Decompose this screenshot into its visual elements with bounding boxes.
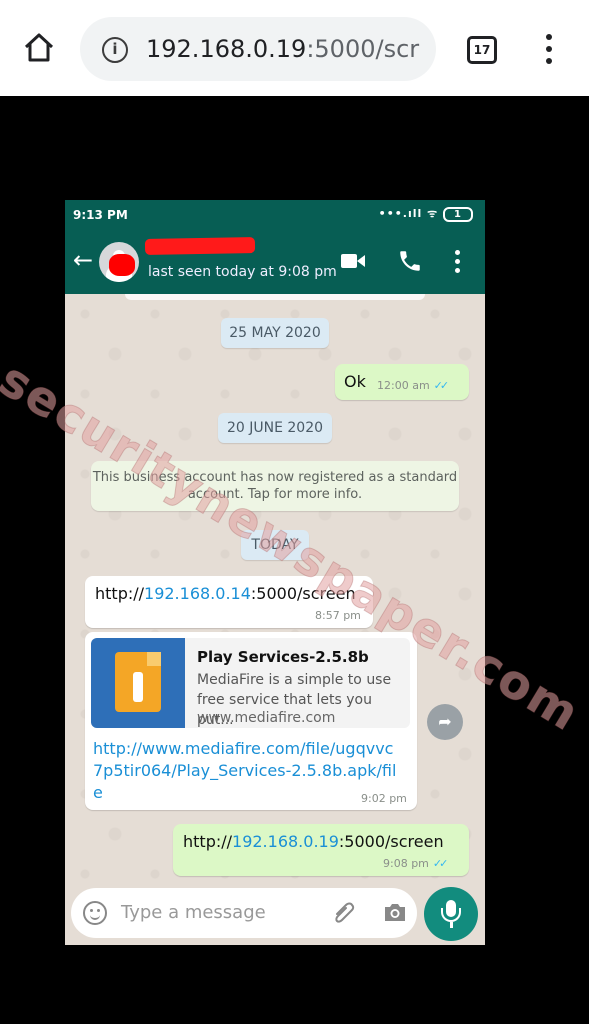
redaction-mark [109, 254, 135, 276]
link-preview-card[interactable]: Play Services-2.5.8b MediaFire is a simp… [91, 638, 410, 728]
message-time: 9:08 pm ✓✓ [383, 857, 449, 870]
url-text[interactable]: 192.168.0.19:5000/scr [146, 35, 432, 63]
home-icon[interactable] [22, 31, 56, 65]
download-link[interactable]: http://www.mediafire.com/file/ugqvvc7p5t… [93, 738, 403, 804]
zip-file-icon [115, 652, 161, 712]
browser-toolbar: i 192.168.0.19:5000/scr 17 [0, 0, 589, 96]
chat-header: ← last seen today at 9:08 pm [65, 230, 485, 294]
emoji-icon[interactable] [83, 901, 107, 925]
attach-icon[interactable] [333, 901, 355, 925]
date-divider: 25 MAY 2020 [221, 318, 329, 348]
phone-screenshot: 9:13 PM •••.ıll ᯤ 1 ← last seen today at… [65, 200, 485, 945]
ip-link[interactable]: 192.168.0.19 [232, 832, 339, 851]
status-bar: 9:13 PM •••.ıll ᯤ 1 [65, 200, 485, 230]
outgoing-message[interactable]: http://192.168.0.19:5000/screen 9:08 pm ✓… [173, 824, 469, 876]
outgoing-message[interactable]: Ok 12:00 am ✓✓ [335, 364, 469, 400]
preview-thumbnail [91, 638, 185, 728]
info-icon[interactable]: i [102, 37, 128, 63]
date-divider: 20 JUNE 2020 [218, 413, 332, 443]
status-time: 9:13 PM [73, 208, 128, 222]
tab-switcher-button[interactable]: 17 [467, 36, 497, 64]
browser-menu-icon[interactable] [544, 34, 554, 66]
signal-icon: •••.ıll [378, 207, 423, 220]
avatar[interactable] [99, 242, 139, 282]
incoming-link-message[interactable]: Play Services-2.5.8b MediaFire is a simp… [85, 632, 417, 810]
video-call-icon[interactable] [341, 252, 365, 270]
chat-menu-icon[interactable] [453, 250, 461, 276]
preview-domain: www.mediafire.com [197, 710, 336, 726]
last-seen-status: last seen today at 9:08 pm [148, 264, 337, 280]
message-time: 9:02 pm [361, 792, 407, 805]
read-receipt-icon: ✓✓ [433, 379, 450, 392]
wifi-icon: ᯤ [427, 207, 439, 220]
preview-title: Play Services-2.5.8b [197, 648, 369, 666]
url-path: :5000/scr [306, 35, 420, 63]
camera-icon[interactable] [383, 902, 407, 922]
contact-name-redacted[interactable] [144, 237, 256, 255]
url-host: 192.168.0.19 [146, 35, 307, 63]
message-composer[interactable]: Type a message [71, 888, 417, 938]
battery-icon: 1 [443, 206, 473, 222]
mic-button[interactable] [424, 887, 478, 941]
ip-link[interactable]: 192.168.0.14 [144, 584, 251, 603]
read-receipt-icon: ✓✓ [432, 857, 449, 870]
message-time: 12:00 am ✓✓ [377, 379, 450, 392]
message-input[interactable]: Type a message [121, 902, 266, 923]
previous-message-edge [125, 294, 425, 300]
back-arrow-icon[interactable]: ← [73, 246, 93, 274]
message-link-text[interactable]: http://192.168.0.19:5000/screen [183, 832, 444, 851]
phone-call-icon[interactable] [397, 248, 423, 274]
address-bar[interactable]: i 192.168.0.19:5000/scr [80, 17, 436, 81]
status-icons: •••.ıll ᯤ 1 [379, 206, 473, 222]
message-text: Ok [344, 372, 366, 391]
forward-share-icon[interactable]: ➦ [427, 704, 463, 740]
